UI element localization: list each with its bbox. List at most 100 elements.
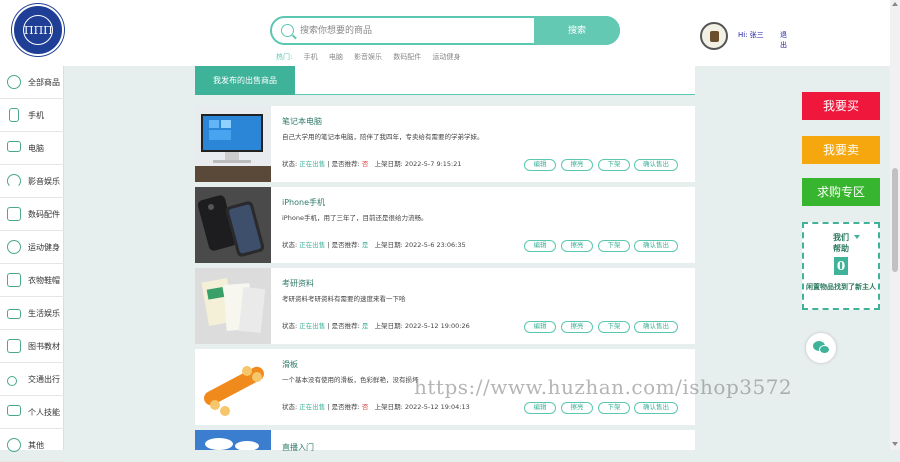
logout-link[interactable]: 退出 [780, 30, 787, 50]
wechat-icon[interactable] [806, 333, 836, 363]
hot-keywords: 热门: 手机 电脑 影音娱乐 数码配件 运动健身 [276, 52, 470, 62]
user-greeting: Hi: 张三 [738, 31, 764, 39]
sidebar-item-computer[interactable]: 电脑 [0, 132, 64, 165]
headphones-icon [7, 174, 21, 188]
recommend-value: 否 [361, 403, 369, 411]
radio-icon [7, 309, 21, 319]
help-count: 0 [834, 257, 848, 275]
help-stats: 我们 帮助 0 闲置物品找到了新主人 [802, 222, 880, 310]
search-input[interactable] [300, 22, 535, 40]
recommend-label: 是否推荐: [331, 241, 360, 249]
sidebar-item-label: 图书教材 [28, 342, 60, 351]
sidebar-item-phone[interactable]: 手机 [0, 99, 64, 132]
buy-button[interactable]: 我要买 [802, 92, 880, 120]
sidebar-item-label: 运动健身 [28, 243, 60, 252]
listing-title[interactable]: iPhone手机 [282, 197, 325, 208]
hot-item[interactable]: 电脑 [329, 53, 343, 61]
polish-button[interactable]: 擦亮 [561, 159, 593, 171]
delist-button[interactable]: 下架 [598, 159, 630, 171]
status-value: 正在出售 [299, 160, 326, 168]
sidebar-item-clothes[interactable]: 衣物鞋帽 [0, 264, 64, 297]
sidebar-item-label: 生活娱乐 [28, 309, 60, 318]
confirm-sold-button[interactable]: 确认售出 [634, 402, 678, 414]
product-image-live[interactable] [195, 430, 271, 450]
confirm-sold-button[interactable]: 确认售出 [634, 321, 678, 333]
status-label: 状态: [282, 241, 298, 249]
edit-button[interactable]: 编辑 [524, 240, 556, 252]
scroll-down-icon[interactable] [892, 442, 898, 446]
category-sidebar: 全部商品 手机 电脑 影音娱乐 数码配件 运动健身 衣物鞋帽 生活娱乐 图书教材… [0, 66, 64, 462]
sidebar-item-transport[interactable]: 交通出行 [0, 363, 64, 396]
polish-button[interactable]: 擦亮 [561, 321, 593, 333]
product-image-books[interactable] [195, 268, 271, 344]
delist-button[interactable]: 下架 [598, 402, 630, 414]
hot-label: 热门: [276, 53, 293, 61]
sidebar-item-sports[interactable]: 运动健身 [0, 231, 64, 264]
avatar[interactable] [700, 22, 728, 50]
sidebar-item-digital[interactable]: 数码配件 [0, 198, 64, 231]
polish-button[interactable]: 擦亮 [561, 402, 593, 414]
scooter-icon [7, 376, 17, 386]
listing-title[interactable]: 直播入门 [282, 442, 314, 453]
phone-icon [9, 108, 19, 122]
sidebar-item-skills[interactable]: 个人技能 [0, 396, 64, 429]
recommend-value: 是 [361, 241, 369, 249]
sidebar-item-av[interactable]: 影音娱乐 [0, 165, 64, 198]
polish-button[interactable]: 擦亮 [561, 240, 593, 252]
listing-meta: 状态: 正在出售 | 是否推荐: 是 上架日期: 2022-5-12 19:00… [282, 322, 470, 330]
date-label: 上架日期: [374, 403, 403, 411]
sell-button[interactable]: 我要卖 [802, 136, 880, 164]
search-button[interactable]: 搜索 [534, 16, 620, 45]
sidebar-item-all[interactable]: 全部商品 [0, 66, 64, 99]
watermark-text: https://www.huzhan.com/ishop3572 [414, 375, 793, 399]
sidebar-item-label: 电脑 [28, 144, 44, 153]
logo-text: ΠΠΠ [23, 15, 53, 45]
delist-button[interactable]: 下架 [598, 321, 630, 333]
sidebar-item-books[interactable]: 图书教材 [0, 330, 64, 363]
edit-button[interactable]: 编辑 [524, 321, 556, 333]
hot-item[interactable]: 手机 [304, 53, 318, 61]
listing-desc: iPhone手机，用了三年了，目前还是很给力流畅。 [282, 214, 428, 222]
delist-button[interactable]: 下架 [598, 240, 630, 252]
scrollbar-thumb[interactable] [892, 168, 898, 272]
listing-title[interactable]: 笔记本电脑 [282, 116, 322, 127]
edit-button[interactable]: 编辑 [524, 402, 556, 414]
book-icon [7, 339, 21, 353]
listing-title[interactable]: 考研资料 [282, 278, 314, 289]
edit-button[interactable]: 编辑 [524, 159, 556, 171]
recommend-label: 是否推荐: [331, 403, 360, 411]
product-image-laptop[interactable] [195, 106, 271, 182]
tab-my-listings[interactable]: 我发布的出售商品 [195, 66, 295, 95]
product-image-iphone[interactable] [195, 187, 271, 263]
sidebar-item-label: 手机 [28, 111, 44, 120]
hot-item[interactable]: 数码配件 [393, 53, 421, 61]
hot-item[interactable]: 影音娱乐 [354, 53, 382, 61]
product-image-skateboard[interactable] [195, 349, 271, 425]
monitor-icon [7, 141, 21, 152]
chevron-down-icon [854, 235, 860, 239]
camera-icon [7, 207, 21, 221]
sidebar-item-other[interactable]: 其他 [0, 429, 64, 462]
sidebar-item-life[interactable]: 生活娱乐 [0, 297, 64, 330]
university-logo[interactable]: ΠΠΠ [12, 4, 64, 56]
scroll-up-icon[interactable] [892, 2, 898, 6]
status-label: 状态: [282, 403, 298, 411]
sidebar-item-label: 个人技能 [28, 408, 60, 417]
help-title-1: 我们 [833, 232, 849, 242]
status-value: 正在出售 [299, 322, 326, 330]
listing-desc: 自己大学用的笔记本电脑，陪伴了我四年，专卖给有需要的学弟学妹。 [282, 133, 484, 141]
hot-item[interactable]: 运动健身 [433, 53, 461, 61]
confirm-sold-button[interactable]: 确认售出 [634, 159, 678, 171]
confirm-sold-button[interactable]: 确认售出 [634, 240, 678, 252]
status-label: 状态: [282, 322, 298, 330]
date-value: 2022-5-6 23:06:35 [404, 241, 466, 249]
listing-card: 直播入门 [195, 430, 695, 453]
listing-card: 考研资料 考研资料考研资料有需要的速度来看一下哈 状态: 正在出售 | 是否推荐… [195, 268, 695, 344]
listing-title[interactable]: 滑板 [282, 359, 298, 370]
date-value: 2022-5-7 9:15:21 [404, 160, 462, 168]
recommend-label: 是否推荐: [331, 160, 360, 168]
request-button[interactable]: 求购专区 [802, 178, 880, 206]
listing-desc: 考研资料考研资料有需要的速度来看一下哈 [282, 295, 406, 303]
page-scrollbar[interactable] [890, 0, 900, 450]
date-value: 2022-5-12 19:00:26 [404, 322, 470, 330]
